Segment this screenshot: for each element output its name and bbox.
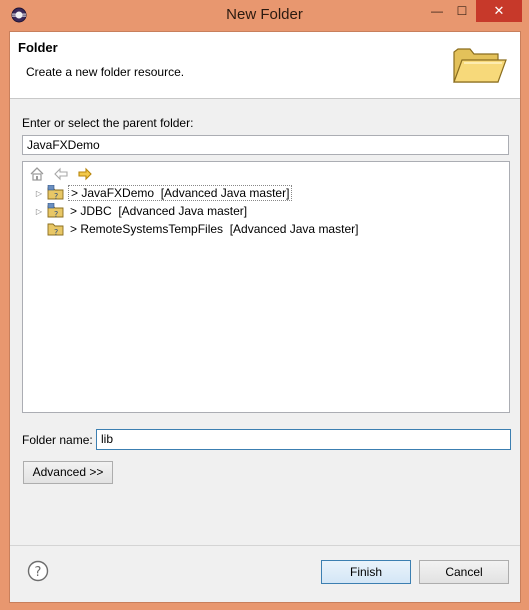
- svg-text:?: ?: [54, 210, 58, 219]
- tree-item[interactable]: ▷ ? > JDBC [Advanced Java master]: [23, 202, 249, 220]
- folder-name-label: Folder name:: [22, 433, 93, 447]
- help-icon[interactable]: ?: [27, 560, 49, 582]
- tree-toolbar: [28, 165, 94, 183]
- minimize-button[interactable]: —: [424, 0, 450, 22]
- wizard-header: Folder Create a new folder resource.: [10, 32, 520, 99]
- dialog-client-area: Folder Create a new folder resource. Ent…: [9, 31, 521, 603]
- expand-arrow-icon[interactable]: ▷: [33, 205, 45, 217]
- svg-text:?: ?: [35, 565, 42, 580]
- tree-item[interactable]: ▷ ? > RemoteSystemsTempFiles [Advanced J…: [23, 220, 360, 238]
- tree-item-label: > RemoteSystemsTempFiles [Advanced Java …: [70, 222, 359, 236]
- project-folder-icon: ?: [47, 203, 64, 219]
- new-folder-dialog: New Folder — ☐ ✕ Folder Create a new fol…: [0, 0, 529, 610]
- folder-tree[interactable]: ▷ ? > JavaFXDemo [Advanced Java master] …: [22, 161, 510, 413]
- back-arrow-icon[interactable]: [52, 165, 70, 183]
- cancel-button[interactable]: Cancel: [419, 560, 509, 584]
- svg-text:?: ?: [54, 228, 58, 237]
- tree-item[interactable]: ▷ ? > JavaFXDemo [Advanced Java master]: [23, 184, 293, 202]
- tree-item-label: > JavaFXDemo [Advanced Java master]: [68, 185, 293, 201]
- maximize-button[interactable]: ☐: [450, 0, 474, 22]
- button-bar-separator: [10, 545, 520, 546]
- project-folder-icon: ?: [47, 223, 64, 237]
- close-button[interactable]: ✕: [476, 0, 522, 22]
- home-icon[interactable]: [28, 165, 46, 183]
- folder-name-input[interactable]: lib: [96, 429, 511, 450]
- title-bar[interactable]: New Folder — ☐ ✕: [0, 0, 529, 30]
- svg-text:?: ?: [54, 192, 58, 201]
- advanced-button[interactable]: Advanced >>: [23, 461, 113, 484]
- project-folder-icon: ?: [47, 185, 64, 201]
- folder-open-icon: [453, 48, 507, 83]
- wizard-title: Folder: [18, 40, 58, 55]
- parent-folder-label: Enter or select the parent folder:: [22, 116, 194, 130]
- expand-arrow-icon[interactable]: ▷: [33, 187, 45, 199]
- wizard-description: Create a new folder resource.: [26, 65, 185, 79]
- finish-button[interactable]: Finish: [321, 560, 411, 584]
- parent-folder-input[interactable]: JavaFXDemo: [22, 135, 509, 155]
- forward-arrow-icon[interactable]: [76, 165, 94, 183]
- tree-item-label: > JDBC [Advanced Java master]: [70, 204, 248, 218]
